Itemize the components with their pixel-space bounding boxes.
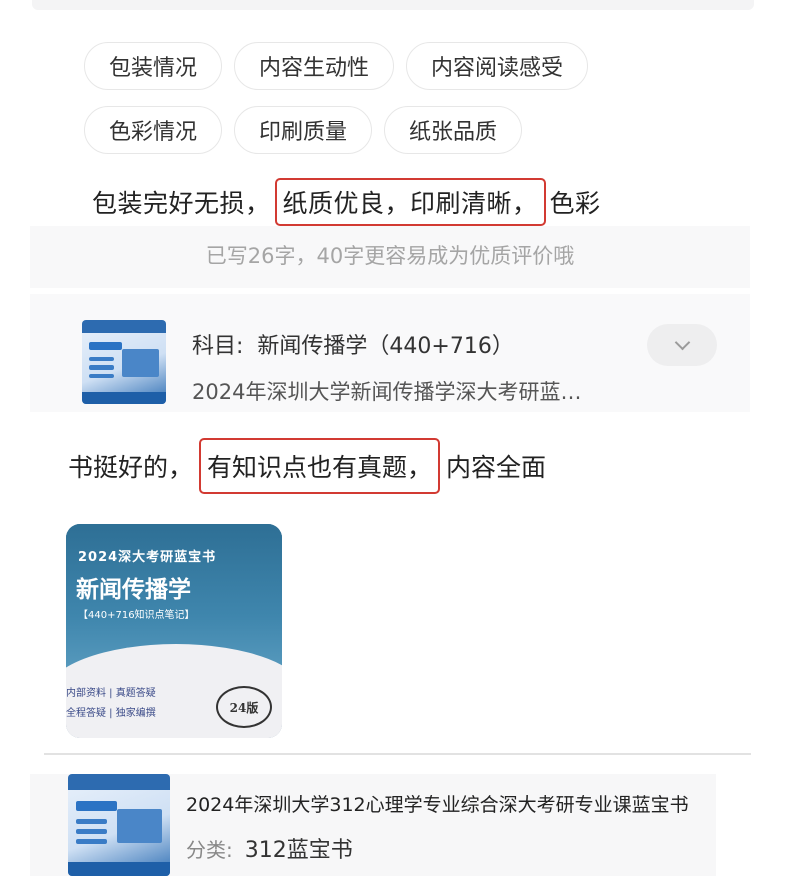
product-meta: 科目: 新闻传播学（440+716） 2024年深圳大学新闻传播学深大考研蓝宝书 bbox=[192, 328, 592, 406]
tag-content-vividness[interactable]: 内容生动性 bbox=[234, 42, 395, 90]
review-text-after: 色彩 bbox=[549, 189, 601, 218]
related-product-category: 分类: 312蓝宝书 bbox=[186, 832, 353, 864]
product-thumbnail bbox=[82, 320, 166, 404]
tag-color[interactable]: 色彩情况 bbox=[84, 106, 223, 154]
subject-label: 科目: bbox=[192, 334, 244, 359]
word-count-hint-bar: 已写26字，40字更容易成为优质评价哦 bbox=[30, 226, 750, 288]
photo-book-feature-1: 内部资料 | 真题答疑 bbox=[66, 688, 156, 699]
category-label: 分类: bbox=[186, 838, 233, 862]
product-title: 2024年深圳大学新闻传播学深大考研蓝宝书 bbox=[192, 380, 592, 404]
tag-packaging[interactable]: 包装情况 bbox=[84, 42, 223, 90]
product-card[interactable]: 科目: 新闻传播学（440+716） 2024年深圳大学新闻传播学深大考研蓝宝书 bbox=[30, 294, 750, 412]
review-photo[interactable]: 2024深大考研蓝宝书 新闻传播学 【440+716知识点笔记】 内部资料 | … bbox=[66, 524, 282, 738]
top-card-edge bbox=[32, 0, 754, 10]
related-product-card[interactable]: 2024年深圳大学312心理学专业综合深大考研专业课蓝宝书 分类: 312蓝宝书 bbox=[30, 774, 716, 876]
related-product-thumbnail bbox=[68, 774, 170, 876]
chevron-down-icon bbox=[674, 334, 690, 351]
review-text-input[interactable]: 包装完好无损， 纸质优良，印刷清晰， 色彩 bbox=[92, 178, 601, 226]
photo-book-series: 2024深大考研蓝宝书 bbox=[78, 550, 217, 565]
review-tag-list: 包装情况 内容生动性 内容阅读感受 色彩情况 印刷质量 纸张品质 bbox=[84, 42, 724, 170]
tag-print-quality[interactable]: 印刷质量 bbox=[234, 106, 373, 154]
word-count-hint: 已写26字，40字更容易成为优质评价哦 bbox=[205, 244, 575, 268]
comment-text-before: 书挺好的， bbox=[68, 453, 194, 482]
review-comment: 书挺好的， 有知识点也有真题， 内容全面 bbox=[68, 438, 546, 494]
subject-value: 新闻传播学（440+716） bbox=[257, 334, 514, 359]
tag-reading-experience[interactable]: 内容阅读感受 bbox=[406, 42, 589, 90]
tag-paper-quality[interactable]: 纸张品质 bbox=[384, 106, 523, 154]
photo-edition-badge: 24版 bbox=[216, 686, 272, 728]
photo-book-title: 新闻传播学 bbox=[76, 576, 191, 603]
tag-row-1: 包装情况 内容生动性 内容阅读感受 bbox=[84, 42, 724, 90]
category-value: 312蓝宝书 bbox=[244, 838, 353, 863]
tag-row-2: 色彩情况 印刷质量 纸张品质 bbox=[84, 106, 724, 154]
product-subject: 科目: 新闻传播学（440+716） bbox=[192, 328, 592, 360]
expand-button[interactable] bbox=[647, 324, 717, 366]
related-product-title: 2024年深圳大学312心理学专业综合深大考研专业课蓝宝书 bbox=[186, 794, 689, 816]
review-text-before: 包装完好无损， bbox=[92, 189, 271, 218]
comment-highlight-box: 有知识点也有真题， bbox=[199, 438, 441, 494]
photo-book-subtitle: 【440+716知识点笔记】 bbox=[78, 610, 195, 621]
comment-text-after: 内容全面 bbox=[446, 453, 547, 482]
review-highlight-box: 纸质优良，印刷清晰， bbox=[274, 178, 546, 226]
section-divider bbox=[44, 753, 751, 755]
photo-book-feature-2: 全程答疑 | 独家编撰 bbox=[66, 708, 156, 719]
